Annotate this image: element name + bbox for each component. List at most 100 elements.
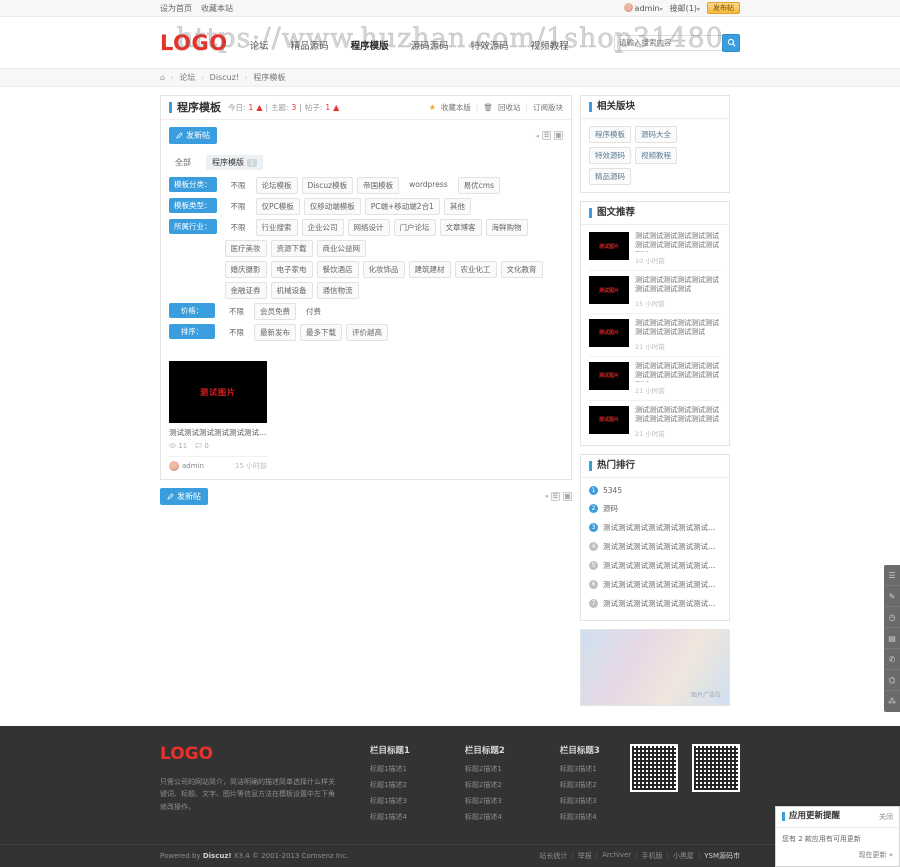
headset-icon[interactable]: ⌬ (884, 670, 900, 691)
filter-option[interactable]: 海鲜购物 (485, 219, 528, 236)
list-view-button[interactable]: ☰ (542, 131, 551, 140)
collect-forum-link[interactable]: 收藏本版 (441, 102, 471, 113)
messages-menu[interactable]: 接邮(1)▾ (670, 3, 700, 14)
rank-item[interactable]: 7 测试测试测试测试测试测试测试测试测试测试... (589, 594, 721, 613)
filter-option[interactable]: 机械设备 (270, 282, 313, 299)
rank-title[interactable]: 测试测试测试测试测试测试测试测试测试测试测试 (603, 541, 721, 552)
filter-option[interactable]: 付费 (300, 303, 327, 320)
filter-option[interactable]: 不限 (225, 219, 252, 236)
filter-option[interactable]: 文化教育 (500, 261, 543, 278)
nav-item-1[interactable]: 精品源码 (291, 38, 329, 52)
edit-icon[interactable]: ✎ (884, 586, 900, 607)
filter-option[interactable]: 门户论坛 (393, 219, 436, 236)
filter-option[interactable]: 评价越高 (346, 324, 388, 341)
filter-option[interactable]: 通信物流 (316, 282, 359, 299)
recommend-title[interactable]: 测试测试测试测试测试测试测试测试测试测试测试 (635, 319, 721, 338)
toast-close-button[interactable]: 关闭 (879, 812, 893, 822)
tab-all[interactable]: 全部 (169, 155, 197, 170)
rank-title[interactable]: 测试测试测试测试测试测试测试测试 (603, 522, 721, 533)
footer-logo[interactable]: LOGO (160, 744, 360, 764)
filter-option[interactable]: 建筑建材 (408, 261, 451, 278)
clock-icon[interactable]: ◷ (884, 607, 900, 628)
footer-link[interactable]: 标题3描述3 (560, 796, 600, 806)
footer-link[interactable]: 标题3描述4 (560, 812, 600, 822)
filter-option[interactable]: wordpress (403, 177, 454, 194)
recommend-item[interactable]: 测试图片 测试测试测试测试测试测试测试测试测试测试测试测试测试。 10 小时前 (589, 227, 721, 271)
footer-bottom-link[interactable]: 小黑屋 (673, 851, 694, 861)
filter-option[interactable]: 不限 (225, 198, 252, 215)
rank-item[interactable]: 5 测试测试测试测试测试测试测试测试 (589, 556, 721, 575)
related-chip[interactable]: 精品源码 (589, 168, 631, 185)
recommend-title[interactable]: 测试测试测试测试测试测试测试测试测试测试测试测试测试 (635, 362, 721, 382)
new-post-button[interactable]: 发新帖 (169, 127, 217, 144)
filter-option[interactable]: 论坛模板 (255, 177, 298, 194)
breadcrumb-item-2[interactable]: 程序模板 (253, 73, 285, 82)
filter-option[interactable]: 企业公司 (301, 219, 344, 236)
footer-bottom-link[interactable]: 站长统计 (539, 851, 567, 861)
author-name[interactable]: admin (182, 462, 204, 470)
recommend-title[interactable]: 测试测试测试测试测试测试测试测试测试测试 (635, 276, 721, 295)
footer-link[interactable]: 标题3描述1 (560, 764, 600, 774)
filter-option[interactable]: 资源下载 (270, 240, 313, 257)
rank-title[interactable]: 测试测试测试测试测试测试测试测试测试测试... (603, 598, 721, 609)
filter-option[interactable]: 农业化工 (454, 261, 497, 278)
module-ad-banner[interactable]: 图片广告位 (580, 628, 730, 706)
footer-link[interactable]: 标题3描述2 (560, 780, 600, 790)
footer-link[interactable]: 标题2描述2 (465, 780, 505, 790)
set-homepage-link[interactable]: 设为首页 (160, 3, 192, 14)
related-chip[interactable]: 程序模板 (589, 126, 631, 143)
rank-item[interactable]: 6 测试测试测试测试测试测试测试测试测试测试... (589, 575, 721, 594)
footer-bottom-link[interactable]: YSM源码市 (704, 851, 740, 861)
filter-option[interactable]: 餐饮酒店 (316, 261, 359, 278)
footer-link[interactable]: 标题2描述4 (465, 812, 505, 822)
filter-option[interactable]: 文章博客 (439, 219, 482, 236)
rank-title[interactable]: 测试测试测试测试测试测试测试测试 (603, 560, 721, 571)
filter-option[interactable]: 婚庆摄影 (224, 261, 267, 278)
rank-title[interactable]: 测试测试测试测试测试测试测试测试测试测试... (603, 579, 721, 590)
filter-option[interactable]: 医疗美妆 (224, 240, 267, 257)
bookmark-site-link[interactable]: 收藏本站 (201, 3, 233, 14)
list-view-button-bottom[interactable]: ☰ (551, 491, 560, 501)
grid-view-button[interactable]: ▦ (554, 131, 563, 140)
footer-link[interactable]: 标题1描述4 (370, 812, 410, 822)
home-icon[interactable]: ⌂ (160, 73, 165, 82)
recommend-item[interactable]: 测试图片 测试测试测试测试测试测试测试测试测试测试 15 小时前 (589, 271, 721, 314)
footer-link[interactable]: 标题2描述3 (465, 796, 505, 806)
filter-option[interactable]: 不限 (223, 303, 250, 320)
rank-item[interactable]: 3 测试测试测试测试测试测试测试测试 (589, 518, 721, 537)
related-chip[interactable]: 视频教程 (635, 147, 677, 164)
rank-title[interactable]: 源码 (603, 503, 618, 514)
rank-item[interactable]: 2 源码 (589, 499, 721, 518)
site-logo[interactable]: LOGO (160, 31, 228, 55)
search-input[interactable] (614, 34, 722, 51)
thread-title[interactable]: 测试测试测试测试测试测试测试... (169, 428, 267, 438)
footer-bottom-link[interactable]: Archiver (602, 851, 631, 861)
new-post-button-bottom[interactable]: 发新帖 (160, 487, 208, 505)
filter-option[interactable]: 行业搜索 (255, 219, 298, 236)
nav-item-5[interactable]: 视频教程 (531, 38, 569, 52)
filter-option[interactable]: 最多下载 (300, 324, 342, 341)
tab-program-template[interactable]: 程序模版 1 (206, 154, 264, 170)
filter-option[interactable]: 电子家电 (270, 261, 313, 278)
filter-option[interactable]: 化妆饰品 (362, 261, 405, 278)
filter-option[interactable]: 易优cms (457, 177, 500, 194)
filter-option[interactable]: 金融证券 (224, 282, 267, 299)
footer-link[interactable]: 标题1描述1 (370, 764, 410, 774)
calendar-icon[interactable]: ▤ (884, 628, 900, 649)
filter-option[interactable]: PC端+移动端2合1 (364, 198, 440, 215)
nav-item-0[interactable]: 论坛 (250, 38, 269, 52)
breadcrumb-item-0[interactable]: 论坛 (179, 73, 195, 82)
related-chip[interactable]: 源码大全 (635, 126, 677, 143)
filter-option[interactable]: 其他 (443, 198, 471, 215)
nav-item-3[interactable]: 源码源码 (411, 38, 449, 52)
list-icon[interactable]: ☰ (884, 565, 900, 586)
grid-view-button-bottom[interactable]: ▦ (563, 491, 572, 501)
top-action-button[interactable]: 发布帖 (707, 2, 740, 14)
thread-thumbnail[interactable]: 测试图片 (169, 361, 267, 423)
recommend-title[interactable]: 测试测试测试测试测试测试测试测试测试测试测试测试测试。 (635, 232, 721, 252)
avatar[interactable] (169, 460, 179, 471)
recommend-item[interactable]: 测试图片 测试测试测试测试测试测试测试测试测试测试测试 21 小时前 (589, 314, 721, 357)
nav-item-2[interactable]: 程序模版 (351, 38, 389, 52)
filter-option[interactable]: 不限 (225, 177, 252, 194)
share-icon[interactable]: ⁂ (884, 691, 900, 712)
